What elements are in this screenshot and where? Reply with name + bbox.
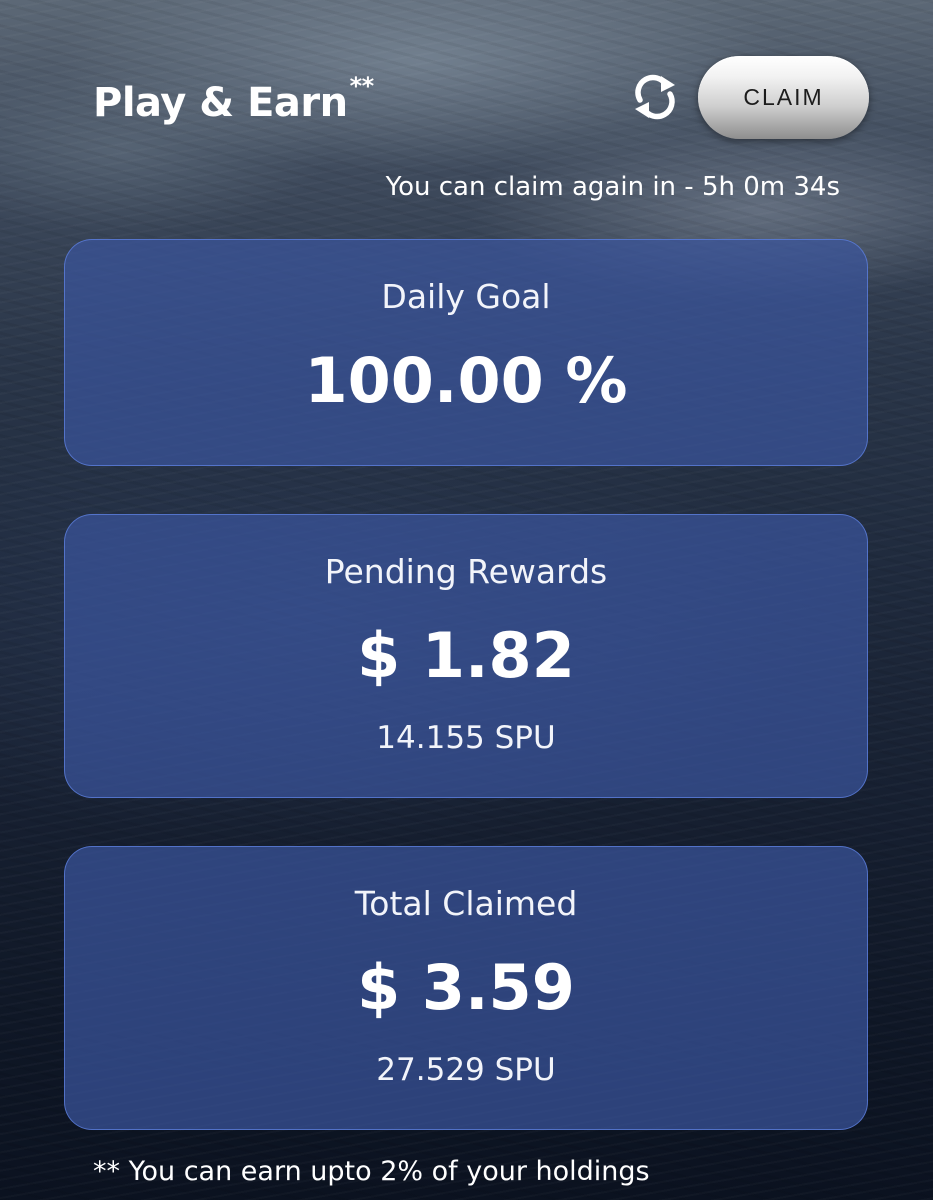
total-claimed-value: $ 3.59	[357, 951, 575, 1024]
claim-cooldown-text: You can claim again in - 5h 0m 34s	[385, 172, 840, 202]
pending-rewards-label: Pending Rewards	[324, 552, 608, 591]
daily-goal-label: Daily Goal	[381, 277, 551, 316]
claim-button[interactable]: CLAIM	[698, 56, 869, 139]
pending-rewards-token-amount: 14.155 SPU	[376, 720, 556, 756]
title-footnote-mark: **	[349, 72, 375, 100]
total-claimed-label: Total Claimed	[354, 884, 578, 923]
page-title: Play & Earn**	[93, 72, 374, 126]
daily-goal-card: Daily Goal 100.00 %	[64, 239, 868, 466]
earnings-footnote: ** You can earn upto 2% of your holdings	[93, 1156, 650, 1187]
pending-rewards-value: $ 1.82	[357, 619, 575, 692]
page-title-text: Play & Earn	[93, 80, 348, 126]
pending-rewards-card: Pending Rewards $ 1.82 14.155 SPU	[64, 514, 868, 798]
refresh-icon[interactable]	[630, 70, 680, 124]
total-claimed-token-amount: 27.529 SPU	[376, 1052, 556, 1088]
total-claimed-card: Total Claimed $ 3.59 27.529 SPU	[64, 846, 868, 1130]
page-header: Play & Earn** CLAIM You can claim again …	[0, 0, 933, 230]
daily-goal-value: 100.00 %	[304, 344, 628, 417]
refresh-icon-graphic	[635, 74, 675, 120]
